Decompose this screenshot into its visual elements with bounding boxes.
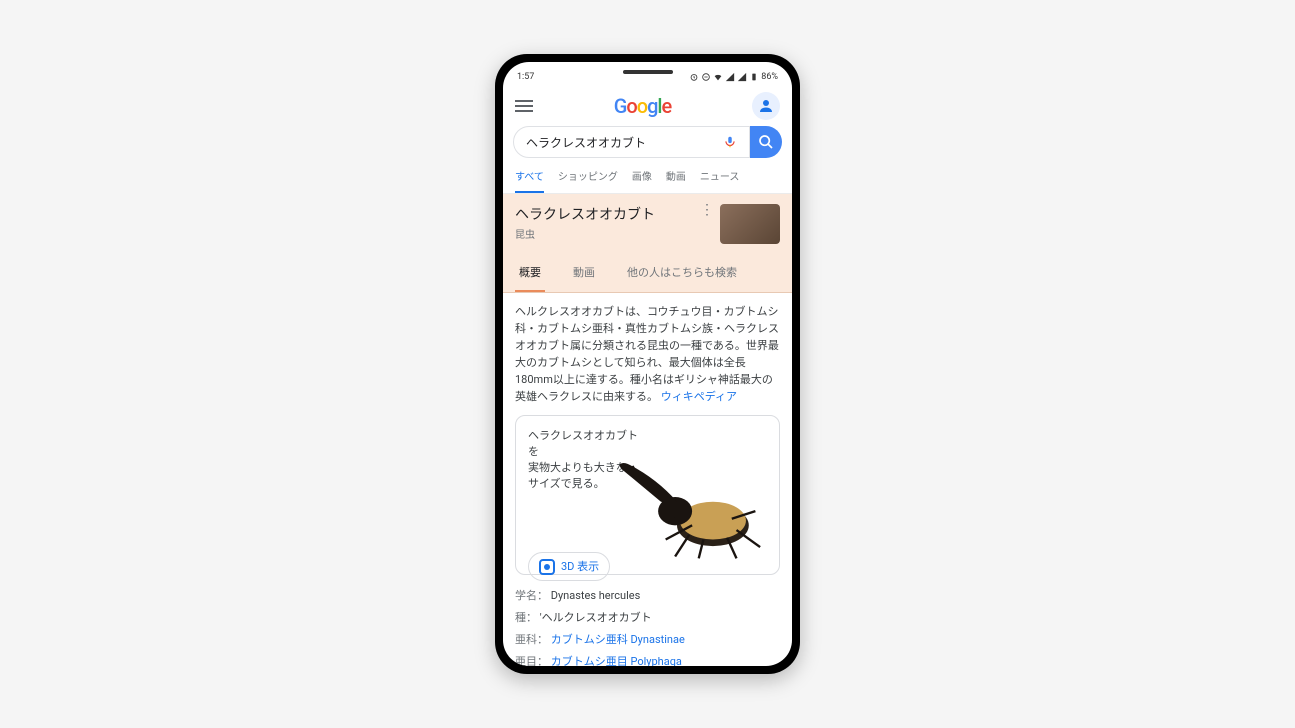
- status-bar: 1:57 86%: [503, 68, 792, 86]
- wikipedia-link[interactable]: ウィキペディア: [661, 390, 737, 403]
- kg-tabs: 概要 動画 他の人はこちらも検索: [503, 254, 792, 293]
- tab-news[interactable]: ニュース: [700, 168, 740, 193]
- mic-icon[interactable]: [723, 135, 737, 149]
- content-area[interactable]: ヘルクレスオオカブトは、コウチュウ目・カブトムシ科・カブトムシ亜科・真性カブトム…: [503, 293, 792, 666]
- knowledge-panel-header: ヘラクレスオオカブト 昆虫 ⋮: [503, 194, 792, 254]
- account-icon[interactable]: [752, 92, 780, 120]
- kg-title: ヘラクレスオオカブト: [515, 204, 655, 224]
- kg-tab-videos[interactable]: 動画: [569, 254, 599, 292]
- fact-suborder: 亜目： カブトムシ亜目 Polyphaga: [515, 651, 780, 666]
- battery-icon: [749, 72, 759, 82]
- battery-pct: 86%: [761, 72, 778, 82]
- beetle-image: [609, 432, 779, 562]
- tab-shopping[interactable]: ショッピング: [558, 168, 618, 193]
- signal-icon-2: [737, 72, 747, 82]
- google-logo: Google: [614, 94, 672, 118]
- signal-icon: [725, 72, 735, 82]
- search-button[interactable]: [750, 126, 782, 158]
- nav-tabs: すべて ショッピング 画像 動画 ニュース: [503, 158, 792, 194]
- kg-thumbnail[interactable]: [720, 204, 780, 244]
- tab-images[interactable]: 画像: [632, 168, 652, 193]
- tab-videos[interactable]: 動画: [666, 168, 686, 193]
- search-input[interactable]: [526, 135, 723, 149]
- facts-list: 学名： Dynastes hercules 種： 'ヘルクレスオオカブト 亜科：…: [515, 585, 780, 666]
- search-row: [503, 126, 792, 158]
- fact-scientific-name: 学名： Dynastes hercules: [515, 585, 780, 607]
- screen: 1:57 86% Google すべて ショッピング 画像 動画 ニュース ヘラ…: [503, 62, 792, 666]
- wifi-icon: [713, 72, 723, 82]
- ar-icon: [539, 559, 555, 575]
- kg-tab-overview[interactable]: 概要: [515, 254, 545, 292]
- view-3d-button[interactable]: 3D 表示: [528, 552, 610, 581]
- alarm-icon: [689, 72, 699, 82]
- menu-icon[interactable]: [515, 97, 533, 115]
- kg-subtitle: 昆虫: [515, 226, 655, 241]
- fact-subfamily: 亜科： カブトムシ亜科 Dynastinae: [515, 629, 780, 651]
- app-header: Google: [503, 86, 792, 126]
- more-icon[interactable]: ⋮: [700, 202, 714, 218]
- fact-species: 種： 'ヘルクレスオオカブト: [515, 607, 780, 629]
- tab-all[interactable]: すべて: [515, 168, 544, 193]
- status-icons: 86%: [689, 72, 778, 82]
- dnd-icon: [701, 72, 711, 82]
- phone-frame: 1:57 86% Google すべて ショッピング 画像 動画 ニュース ヘラ…: [495, 54, 800, 674]
- ar-card: ヘラクレスオオカブトを 実物大よりも大きな サイズで見る。 3D 表示: [515, 415, 780, 575]
- search-box[interactable]: [513, 126, 750, 158]
- status-time: 1:57: [517, 72, 534, 82]
- kg-tab-related[interactable]: 他の人はこちらも検索: [623, 254, 741, 292]
- description-text: ヘルクレスオオカブトは、コウチュウ目・カブトムシ科・カブトムシ亜科・真性カブトム…: [515, 305, 779, 403]
